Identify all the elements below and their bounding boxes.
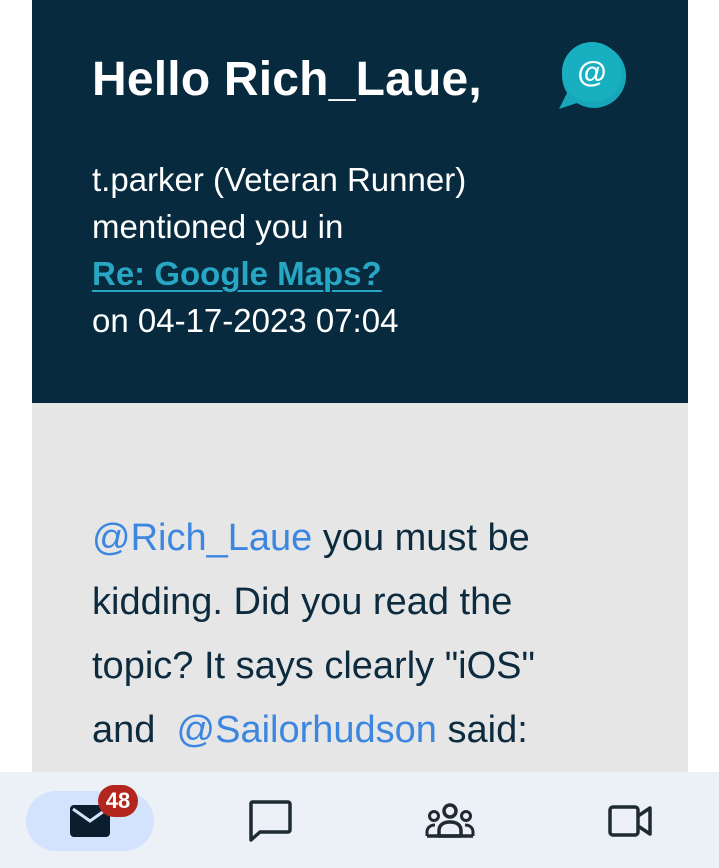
video-icon — [608, 805, 652, 837]
email-view: Hello Rich_Laue, @ t.parker (Veteran Run… — [0, 0, 719, 868]
nav-spaces[interactable] — [386, 791, 514, 851]
mention-author: t.parker (Veteran Runner) — [92, 161, 467, 198]
message-line4-end: said: — [436, 709, 528, 751]
nav-chat[interactable] — [206, 791, 334, 851]
message-text: @Rich_Laue you must be kidding. Did you … — [92, 506, 672, 762]
groups-icon — [425, 803, 475, 838]
mentioned-text: mentioned you in — [92, 208, 344, 245]
greeting-title: Hello Rich_Laue, — [92, 53, 482, 106]
nav-mail[interactable]: 48 — [26, 785, 154, 851]
notification-header: Hello Rich_Laue, @ t.parker (Veteran Run… — [32, 0, 688, 403]
mention-details: t.parker (Veteran Runner) mentioned you … — [92, 156, 466, 344]
message-line4-start: and — [92, 709, 177, 751]
at-symbol: @ — [577, 56, 606, 89]
chat-icon — [249, 800, 292, 842]
unread-count-badge: 48 — [98, 785, 138, 817]
nav-meet[interactable] — [566, 791, 694, 851]
notification-card: Hello Rich_Laue, @ t.parker (Veteran Run… — [32, 0, 688, 868]
message-line1-text: you must be — [312, 517, 530, 559]
topic-link[interactable]: Re: Google Maps? — [92, 255, 382, 292]
mention-date: on 04-17-2023 07:04 — [92, 302, 399, 339]
message-line3: topic? It says clearly "iOS" — [92, 645, 536, 687]
mention-rich-laue[interactable]: @Rich_Laue — [92, 517, 312, 559]
message-line2: kidding. Did you read the — [92, 581, 513, 623]
mention-sailorhudson[interactable]: @Sailorhudson — [177, 709, 437, 751]
at-sign-chat-bubble-icon: @ — [559, 42, 627, 109]
bottom-navigation: 48 — [0, 772, 719, 868]
